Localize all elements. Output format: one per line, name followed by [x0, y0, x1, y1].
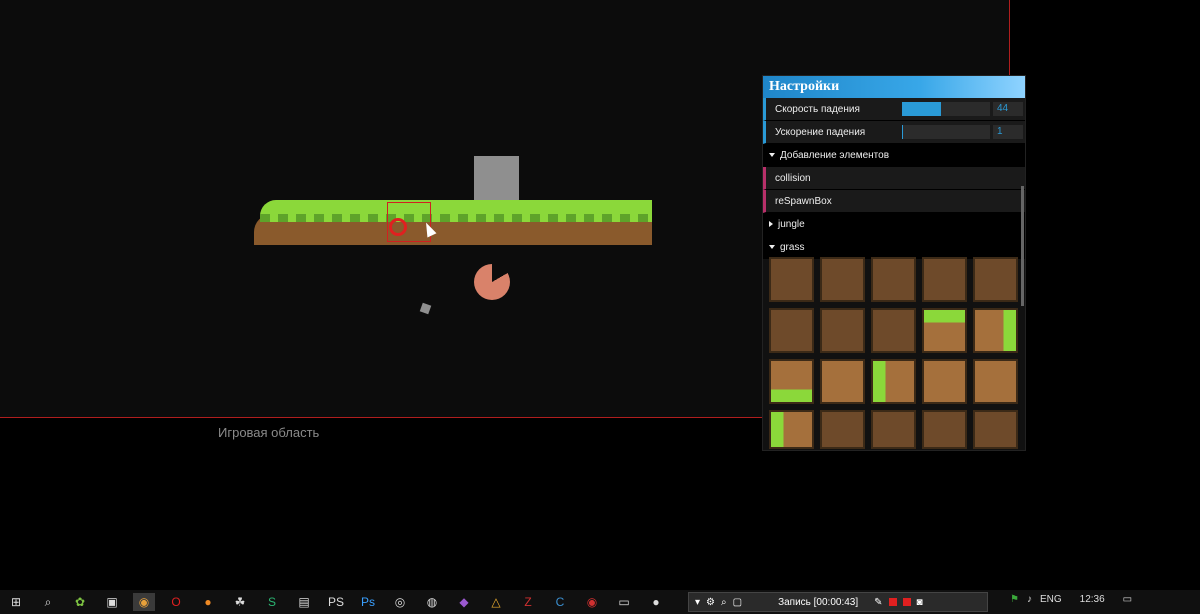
chevron-right-icon — [769, 220, 773, 227]
small-gray-square[interactable] — [419, 302, 432, 315]
screen: Игровая область Настройки Скорость паден… — [0, 0, 1200, 614]
platform-grass-edge — [260, 214, 652, 222]
taskbar: ⊞ ⌕ ✿ ▣ ◉ O ● ☘ S ▤ PS Ps ◎ ◍ ◆ △ Z C ◉ … — [0, 590, 1200, 614]
tile[interactable] — [973, 410, 1018, 449]
jungle-folder[interactable]: jungle — [763, 213, 1025, 236]
fall-accel-label: Ускорение падения — [775, 126, 866, 138]
filezilla-icon[interactable]: Z — [517, 593, 539, 611]
settings-title[interactable]: Настройки — [763, 76, 1025, 98]
fall-accel-input[interactable]: 1 — [993, 125, 1023, 139]
app-icon[interactable]: △ — [485, 593, 507, 611]
app-icon[interactable]: ◉ — [581, 593, 603, 611]
recording-bar[interactable]: ▾ ⚙ ⌕ ▢ Запись [00:00:43] ✎ ◙ — [688, 592, 988, 612]
tile[interactable] — [820, 308, 865, 353]
app-icon[interactable]: S — [261, 593, 283, 611]
tile[interactable] — [769, 359, 814, 404]
tile[interactable] — [871, 359, 916, 404]
photoshop-icon[interactable]: Ps — [357, 593, 379, 611]
app-icon[interactable]: ▣ — [101, 593, 123, 611]
tile[interactable] — [922, 359, 967, 404]
grass-folder[interactable]: grass — [763, 236, 1025, 259]
clock[interactable]: 12:36 — [1080, 594, 1105, 605]
fall-speed-row[interactable]: Скорость падения 44 — [763, 98, 1025, 121]
record-stop-icon[interactable] — [902, 598, 911, 606]
respawn-button[interactable]: reSpawnBox — [763, 190, 1025, 213]
app-icon[interactable]: ✿ — [69, 593, 91, 611]
zoom-icon[interactable]: ⌕ — [721, 597, 727, 608]
tile[interactable] — [922, 308, 967, 353]
camera-icon[interactable]: ◙ — [917, 597, 923, 608]
game-area-label: Игровая область — [218, 425, 320, 440]
jungle-label: jungle — [778, 218, 805, 230]
add-elements-folder[interactable]: Добавление элементов — [763, 144, 1025, 167]
settings-scrollbar[interactable] — [1021, 186, 1024, 306]
gray-box-object[interactable] — [474, 156, 519, 200]
screen-icon[interactable]: ▢ — [733, 597, 742, 608]
tile[interactable] — [922, 257, 967, 302]
app-icon[interactable]: PS — [325, 593, 347, 611]
speaker-icon[interactable]: ♪ — [1027, 594, 1032, 605]
pacman-character[interactable] — [474, 264, 510, 300]
grass-platform[interactable] — [254, 200, 652, 245]
tile[interactable] — [973, 257, 1018, 302]
fall-accel-fill — [902, 125, 903, 139]
visual-studio-icon[interactable]: ◆ — [453, 593, 475, 611]
fall-speed-slider[interactable] — [902, 102, 990, 116]
flag-icon[interactable]: ⚑ — [1010, 594, 1019, 605]
settings-panel: Настройки Скорость падения 44 Ускорение … — [762, 75, 1026, 451]
tile[interactable] — [871, 308, 916, 353]
windows-start-icon[interactable]: ⊞ — [5, 593, 27, 611]
chevron-down-icon — [769, 152, 775, 157]
language-indicator[interactable]: ENG — [1040, 594, 1062, 605]
pencil-icon[interactable]: ✎ — [874, 597, 882, 608]
app-icon[interactable]: ▤ — [293, 593, 315, 611]
app-icon[interactable]: ◍ — [421, 593, 443, 611]
app-icon[interactable]: C — [549, 593, 571, 611]
firefox-icon[interactable]: ● — [197, 593, 219, 611]
tile[interactable] — [973, 308, 1018, 353]
grass-label: grass — [780, 241, 805, 253]
selection-circle — [389, 218, 407, 236]
system-tray: ⚑ ♪ ENG 12:36 ▭ — [1010, 594, 1132, 605]
tile[interactable] — [820, 410, 865, 449]
tile[interactable] — [769, 257, 814, 302]
fall-speed-label: Скорость падения — [775, 103, 860, 115]
tile[interactable] — [922, 410, 967, 449]
settings-icon[interactable]: ⚙ — [706, 597, 715, 608]
add-elements-label: Добавление элементов — [780, 149, 890, 161]
tile[interactable] — [820, 359, 865, 404]
app-icon[interactable]: ● — [645, 593, 667, 611]
tile[interactable] — [820, 257, 865, 302]
tile-palette — [769, 257, 1023, 449]
tile[interactable] — [769, 308, 814, 353]
fall-accel-slider[interactable] — [902, 125, 990, 139]
fall-accel-row[interactable]: Ускорение падения 1 — [763, 121, 1025, 144]
tile[interactable] — [871, 257, 916, 302]
chevron-down-icon[interactable]: ▾ — [695, 597, 700, 608]
tile[interactable] — [871, 410, 916, 449]
tile[interactable] — [973, 359, 1018, 404]
steam-icon[interactable]: ◎ — [389, 593, 411, 611]
opera-icon[interactable]: O — [165, 593, 187, 611]
app-icon[interactable]: ▭ — [613, 593, 635, 611]
chevron-down-icon — [769, 244, 775, 249]
fall-speed-input[interactable]: 44 — [993, 102, 1023, 116]
respawn-label: reSpawnBox — [775, 195, 832, 207]
tile[interactable] — [769, 410, 814, 449]
fall-speed-fill — [902, 102, 941, 116]
record-stop-icon[interactable] — [888, 598, 897, 606]
app-icon[interactable]: ☘ — [229, 593, 251, 611]
record-timer: Запись [00:00:43] — [778, 596, 859, 608]
collision-label: collision — [775, 172, 811, 184]
browser-icon[interactable]: ◉ — [133, 593, 155, 611]
search-icon[interactable]: ⌕ — [37, 593, 59, 611]
collision-button[interactable]: collision — [763, 167, 1025, 190]
notifications-icon[interactable]: ▭ — [1123, 594, 1132, 605]
